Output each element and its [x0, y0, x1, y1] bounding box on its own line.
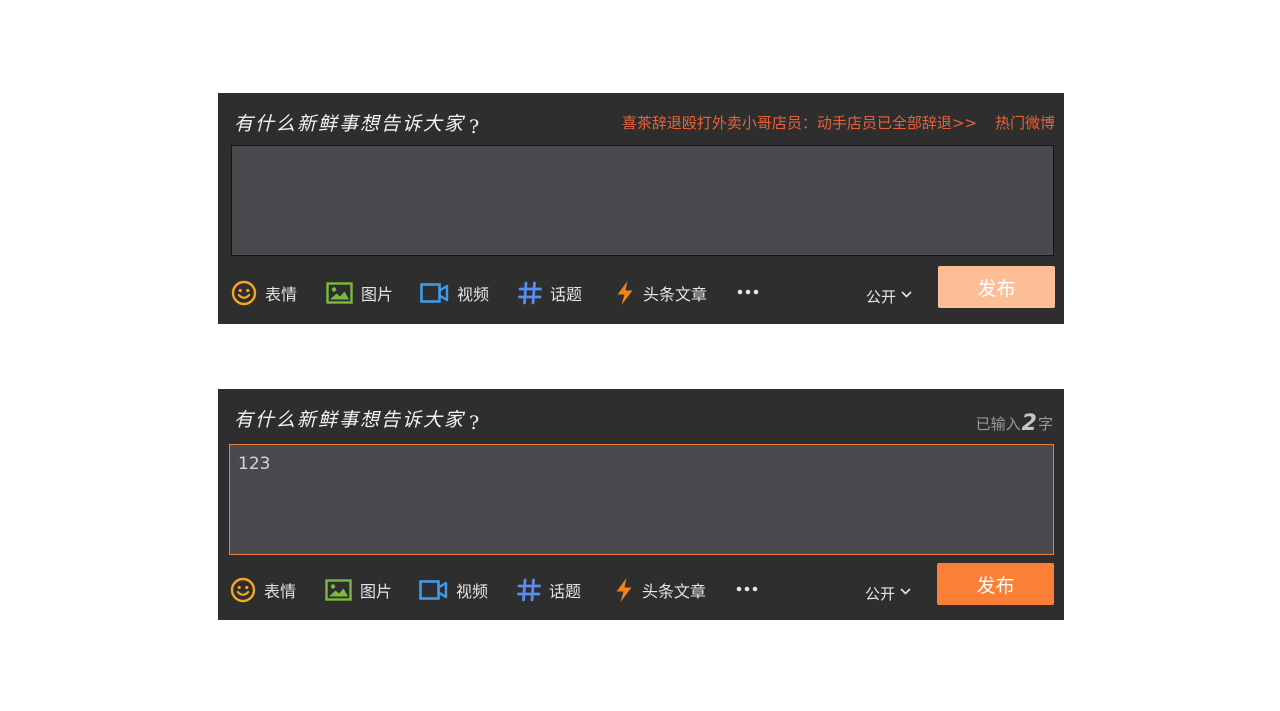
video-camera-icon: [420, 283, 449, 303]
composer-prompt: 有什么新鲜事想告诉大家?: [234, 109, 482, 138]
hashtag-icon: [517, 578, 541, 602]
emoji-button[interactable]: 表情: [231, 278, 297, 308]
video-button[interactable]: 视频: [420, 278, 489, 308]
image-button[interactable]: 图片: [325, 575, 392, 605]
count-suffix: 字: [1037, 415, 1053, 433]
smiley-icon: [231, 280, 257, 306]
count-prefix: 已输入: [975, 415, 1021, 433]
post-input[interactable]: [231, 145, 1054, 256]
visibility-dropdown[interactable]: 公开: [866, 281, 912, 311]
lightning-icon: [617, 281, 633, 305]
article-label: 头条文章: [643, 285, 708, 304]
topic-label: 话题: [549, 582, 582, 601]
chevron-down-icon: [901, 290, 912, 298]
article-button[interactable]: 头条文章: [615, 278, 707, 308]
composer-prompt-text: 有什么新鲜事想告诉大家: [234, 409, 466, 431]
count-value: 2: [1021, 411, 1037, 436]
more-dots-icon: [736, 586, 758, 592]
image-button[interactable]: 图片: [326, 278, 393, 308]
visibility-label: 公开: [866, 287, 897, 306]
topic-button[interactable]: 话题: [518, 278, 582, 308]
chevron-down-icon: [900, 587, 911, 595]
article-label: 头条文章: [642, 582, 707, 601]
composer-prompt-mark: ?: [469, 412, 482, 434]
more-button[interactable]: [736, 575, 760, 605]
visibility-dropdown[interactable]: 公开: [865, 578, 911, 608]
lightning-icon: [616, 578, 632, 602]
more-button[interactable]: [737, 278, 761, 308]
composer-empty: 有什么新鲜事想告诉大家? 喜茶辞退殴打外卖小哥店员：动手店员已全部辞退>> 热门微…: [218, 93, 1064, 324]
publish-button[interactable]: 发布: [937, 563, 1054, 605]
composer-prompt: 有什么新鲜事想告诉大家?: [234, 405, 482, 434]
emoji-button[interactable]: 表情: [230, 575, 296, 605]
picture-icon: [325, 579, 352, 601]
composer-toolbar: 表情 图片 视频 话题 头条文章 公开 发布: [230, 563, 1064, 608]
hot-weibo-link[interactable]: 热门微博: [995, 114, 1055, 132]
video-camera-icon: [419, 580, 448, 600]
composer-prompt-mark: ?: [469, 116, 482, 138]
image-label: 图片: [361, 285, 394, 304]
publish-button[interactable]: 发布: [938, 266, 1055, 308]
emoji-label: 表情: [264, 582, 297, 601]
smiley-icon: [230, 577, 256, 603]
topic-button[interactable]: 话题: [517, 575, 581, 605]
character-count: 已输入2字: [975, 410, 1053, 436]
composer-typing: 有什么新鲜事想告诉大家? 已输入2字 表情 图片: [218, 389, 1064, 620]
video-label: 视频: [457, 285, 490, 304]
hot-topic-bar: 喜茶辞退殴打外卖小哥店员：动手店员已全部辞退>> 热门微博: [622, 112, 1055, 133]
post-input[interactable]: [229, 444, 1054, 555]
composer-prompt-text: 有什么新鲜事想告诉大家: [234, 113, 466, 135]
visibility-label: 公开: [865, 584, 896, 603]
hot-headline-link[interactable]: 喜茶辞退殴打外卖小哥店员：动手店员已全部辞退>>: [622, 114, 977, 132]
video-label: 视频: [456, 582, 489, 601]
emoji-label: 表情: [265, 285, 298, 304]
topic-label: 话题: [550, 285, 583, 304]
video-button[interactable]: 视频: [419, 575, 488, 605]
image-label: 图片: [360, 582, 393, 601]
article-button[interactable]: 头条文章: [614, 575, 706, 605]
more-dots-icon: [737, 289, 759, 295]
composer-toolbar: 表情 图片 视频 话题 头条文章 公开 发布: [231, 266, 1064, 311]
picture-icon: [326, 282, 353, 304]
hashtag-icon: [518, 281, 542, 305]
